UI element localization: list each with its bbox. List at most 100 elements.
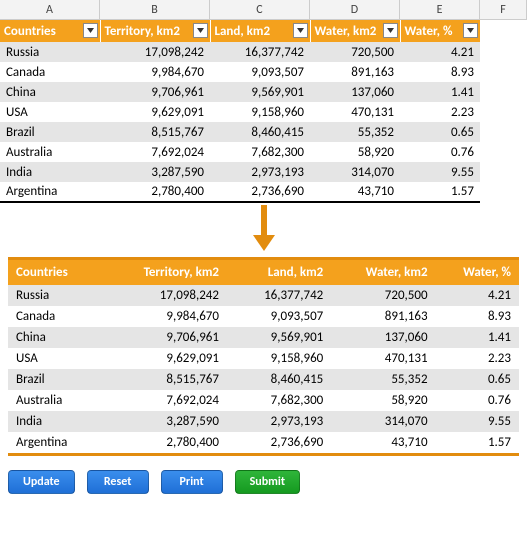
cell-water-pct[interactable]: 0.65 — [400, 122, 480, 142]
header-countries[interactable]: Countries — [0, 20, 100, 42]
table-row[interactable]: Argentina2,780,4002,736,69043,7101.57 — [0, 182, 480, 202]
cell-territory[interactable]: 17,098,242 — [112, 285, 227, 306]
table-row[interactable]: Canada9,984,6709,093,507891,1638.93 — [0, 62, 480, 82]
cell-country[interactable]: Australia — [0, 142, 100, 162]
cell-water[interactable]: 314,070 — [310, 162, 400, 182]
cell-territory[interactable]: 7,692,024 — [112, 390, 227, 411]
cell-country[interactable]: USA — [8, 348, 112, 369]
table-row[interactable]: USA9,629,0919,158,960470,1312.23 — [0, 102, 480, 122]
cell-land[interactable]: 2,736,690 — [227, 432, 331, 453]
table-row[interactable]: Argentina2,780,4002,736,69043,7101.57 — [8, 432, 519, 453]
cell-country[interactable]: Russia — [0, 42, 100, 62]
cell-land[interactable]: 9,158,960 — [210, 102, 310, 122]
cell-territory[interactable]: 2,780,400 — [100, 182, 210, 202]
cell-land[interactable]: 2,736,690 — [210, 182, 310, 202]
cell-territory[interactable]: 9,984,670 — [100, 62, 210, 82]
cell-water[interactable]: 43,710 — [310, 182, 400, 202]
table-row[interactable]: China9,706,9619,569,901137,0601.41 — [0, 82, 480, 102]
col-header-e[interactable]: E — [400, 0, 480, 19]
cell-water[interactable]: 891,163 — [310, 62, 400, 82]
cell-water-pct[interactable]: 0.65 — [436, 369, 519, 390]
cell-territory[interactable]: 9,984,670 — [112, 306, 227, 327]
cell-water-pct[interactable]: 9.55 — [436, 411, 519, 432]
cell-water-pct[interactable]: 2.23 — [436, 348, 519, 369]
cell-land[interactable]: 9,569,901 — [210, 82, 310, 102]
cell-water[interactable]: 137,060 — [331, 327, 435, 348]
cell-water-pct[interactable]: 4.21 — [400, 42, 480, 62]
filter-dropdown-icon[interactable] — [463, 23, 478, 38]
cell-territory[interactable]: 7,692,024 — [100, 142, 210, 162]
cell-water[interactable]: 58,920 — [310, 142, 400, 162]
table-row[interactable]: Australia7,692,0247,682,30058,9200.76 — [0, 142, 480, 162]
col-header-c[interactable]: C — [210, 0, 310, 19]
cell-territory[interactable]: 9,706,961 — [112, 327, 227, 348]
filter-dropdown-icon[interactable] — [83, 23, 98, 38]
cell-land[interactable]: 8,460,415 — [227, 369, 331, 390]
cell-country[interactable]: Brazil — [8, 369, 112, 390]
header-water[interactable]: Water, km2 — [310, 20, 400, 42]
table-row[interactable]: India3,287,5902,973,193314,0709.55 — [0, 162, 480, 182]
cell-land[interactable]: 2,973,193 — [210, 162, 310, 182]
cell-water[interactable]: 314,070 — [331, 411, 435, 432]
cell-land[interactable]: 9,158,960 — [227, 348, 331, 369]
cell-territory[interactable]: 17,098,242 — [100, 42, 210, 62]
cell-water-pct[interactable]: 4.21 — [436, 285, 519, 306]
cell-country[interactable]: Argentina — [8, 432, 112, 453]
cell-territory[interactable]: 9,706,961 — [100, 82, 210, 102]
cell-territory[interactable]: 2,780,400 — [112, 432, 227, 453]
cell-country[interactable]: Canada — [8, 306, 112, 327]
table-row[interactable]: Brazil8,515,7678,460,41555,3520.65 — [8, 369, 519, 390]
update-button[interactable]: Update — [8, 470, 75, 494]
table-row[interactable]: Russia17,098,24216,377,742720,5004.21 — [8, 285, 519, 306]
cell-country[interactable]: Russia — [8, 285, 112, 306]
reset-button[interactable]: Reset — [87, 470, 149, 494]
cell-water[interactable]: 720,500 — [310, 42, 400, 62]
filter-dropdown-icon[interactable] — [383, 23, 398, 38]
cell-water-pct[interactable]: 0.76 — [400, 142, 480, 162]
table-row[interactable]: China9,706,9619,569,901137,0601.41 — [8, 327, 519, 348]
col-header-b[interactable]: B — [100, 0, 210, 19]
table-row[interactable]: Australia7,692,0247,682,30058,9200.76 — [8, 390, 519, 411]
cell-land[interactable]: 8,460,415 — [210, 122, 310, 142]
cell-water-pct[interactable]: 1.41 — [400, 82, 480, 102]
cell-water[interactable]: 55,352 — [310, 122, 400, 142]
cell-water-pct[interactable]: 9.55 — [400, 162, 480, 182]
cell-water-pct[interactable]: 1.57 — [436, 432, 519, 453]
cell-country[interactable]: Argentina — [0, 182, 100, 202]
cell-territory[interactable]: 8,515,767 — [112, 369, 227, 390]
filter-dropdown-icon[interactable] — [293, 23, 308, 38]
cell-water-pct[interactable]: 1.57 — [400, 182, 480, 202]
cell-land[interactable]: 16,377,742 — [210, 42, 310, 62]
cell-water[interactable]: 43,710 — [331, 432, 435, 453]
cell-water[interactable]: 58,920 — [331, 390, 435, 411]
table-row[interactable]: USA9,629,0919,158,960470,1312.23 — [8, 348, 519, 369]
cell-territory[interactable]: 3,287,590 — [112, 411, 227, 432]
header-territory[interactable]: Territory, km2 — [100, 20, 210, 42]
table-row[interactable]: India3,287,5902,973,193314,0709.55 — [8, 411, 519, 432]
cell-land[interactable]: 2,973,193 — [227, 411, 331, 432]
cell-country[interactable]: Australia — [8, 390, 112, 411]
cell-land[interactable]: 9,093,507 — [227, 306, 331, 327]
col-header-a[interactable]: A — [0, 0, 100, 19]
col-header-f[interactable]: F — [480, 0, 527, 19]
cell-country[interactable]: Canada — [0, 62, 100, 82]
table-row[interactable]: Brazil8,515,7678,460,41555,3520.65 — [0, 122, 480, 142]
cell-water[interactable]: 470,131 — [310, 102, 400, 122]
cell-country[interactable]: China — [8, 327, 112, 348]
cell-country[interactable]: USA — [0, 102, 100, 122]
cell-water[interactable]: 55,352 — [331, 369, 435, 390]
cell-territory[interactable]: 8,515,767 — [100, 122, 210, 142]
cell-water-pct[interactable]: 2.23 — [400, 102, 480, 122]
cell-land[interactable]: 7,682,300 — [227, 390, 331, 411]
filter-dropdown-icon[interactable] — [193, 23, 208, 38]
cell-water-pct[interactable]: 1.41 — [436, 327, 519, 348]
cell-land[interactable]: 9,569,901 — [227, 327, 331, 348]
cell-water[interactable]: 470,131 — [331, 348, 435, 369]
cell-territory[interactable]: 9,629,091 — [100, 102, 210, 122]
cell-territory[interactable]: 9,629,091 — [112, 348, 227, 369]
cell-water[interactable]: 891,163 — [331, 306, 435, 327]
cell-water-pct[interactable]: 8.93 — [436, 306, 519, 327]
cell-land[interactable]: 7,682,300 — [210, 142, 310, 162]
table-row[interactable]: Russia17,098,24216,377,742720,5004.21 — [0, 42, 480, 62]
header-water-pct[interactable]: Water, % — [400, 20, 480, 42]
